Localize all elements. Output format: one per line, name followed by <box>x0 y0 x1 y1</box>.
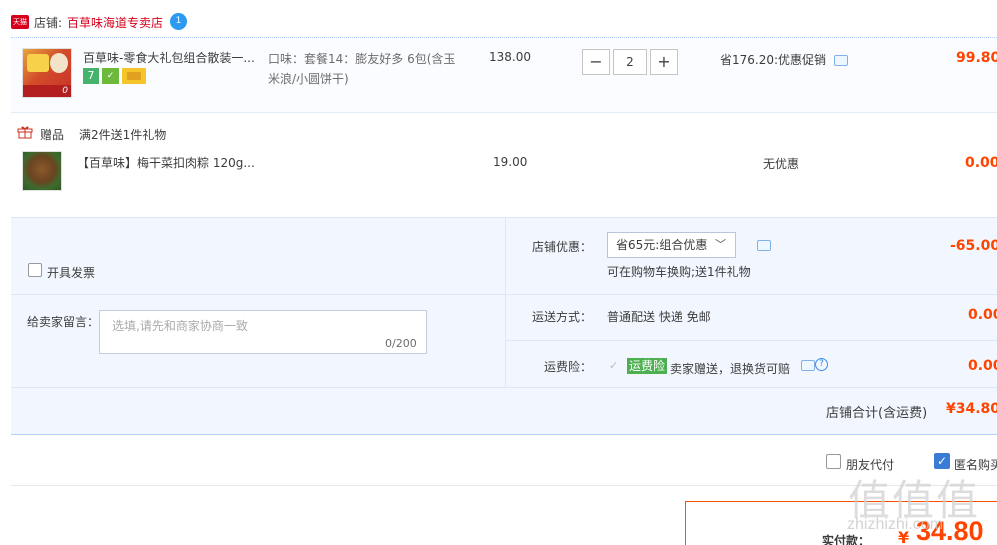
shop-discount-amount: -65.00 <box>950 238 997 254</box>
gift-label: 赠品 <box>40 128 65 142</box>
store-label: 店铺: <box>34 16 63 30</box>
divider <box>506 340 997 341</box>
credit-card-icon <box>122 68 146 84</box>
shipping-amount: 0.00 <box>968 307 997 323</box>
friend-pay-checkbox[interactable] <box>826 454 841 469</box>
item-sku: 口味：套餐14：膨友好多 6包(含玉米浪/小圆饼干) <box>268 52 456 86</box>
message-icon[interactable] <box>833 55 848 66</box>
insurance-checkbox: ✓ <box>609 359 619 372</box>
item-promo: 省176.20:优惠促销 <box>720 51 848 68</box>
quantity-input[interactable] <box>613 49 647 75</box>
divider <box>505 217 506 387</box>
divider <box>11 294 506 295</box>
store-total-label: 店铺合计(含运费) <box>826 406 928 421</box>
seven-day-return-icon: 7 <box>83 68 99 84</box>
seller-message-count: 0/200 <box>385 337 417 350</box>
item-unit-price: 138.00 <box>489 50 531 64</box>
gift-rule: 满2件送1件礼物 <box>79 128 167 142</box>
thumbnail-badge: 0 <box>62 86 68 96</box>
gift-title-link[interactable]: 【百草味】梅干菜扣肉粽 120g... <box>77 154 255 171</box>
quantity-plus-button[interactable]: + <box>650 49 678 75</box>
item-subtotal: 99.80 <box>956 50 997 66</box>
gift-subtotal: 0.00 <box>965 155 997 171</box>
watermark-url: zhizhizhi.com <box>847 516 944 533</box>
shipping-label: 运送方式： <box>532 310 593 324</box>
shipping-method: 普通配送 快递 免邮 <box>607 310 711 324</box>
message-icon[interactable] <box>757 240 771 251</box>
gift-icon <box>17 126 33 139</box>
help-icon[interactable]: ? <box>815 358 828 371</box>
item-thumbnail[interactable]: 0 <box>22 48 72 98</box>
shop-discount-note: 可在购物车换购;送1件礼物 <box>607 265 751 279</box>
message-icon[interactable] <box>801 360 815 371</box>
insurance-desc: 卖家赠送，退换货可赔 <box>670 362 791 376</box>
item-title-link[interactable]: 百草味-零食大礼包组合散装一... <box>83 49 255 66</box>
invoice-checkbox[interactable] <box>28 263 42 277</box>
insurance-label: 运费险： <box>544 360 593 374</box>
tmall-badge: 天猫 <box>11 15 29 29</box>
insurance-tag: 运费险 <box>627 358 668 374</box>
divider <box>506 294 997 295</box>
wangwang-chat-icon[interactable]: 1 <box>170 13 187 30</box>
insurance-amount: 0.00 <box>968 358 997 374</box>
store-total-amount: ¥34.80 <box>946 401 997 417</box>
chevron-down-icon[interactable]: ﹀ <box>715 236 726 252</box>
quantity-minus-button[interactable]: − <box>582 49 610 75</box>
invoice-label[interactable]: 开具发票 <box>47 264 95 281</box>
shop-discount-label: 店铺优惠： <box>532 240 593 254</box>
item-promo-text: 省176.20:优惠促销 <box>720 53 827 67</box>
gift-unit-price: 19.00 <box>493 155 528 169</box>
gift-thumbnail[interactable] <box>22 151 62 191</box>
guarantee-icon: ✓ <box>102 68 119 84</box>
gift-promo: 无优惠 <box>763 157 800 171</box>
seller-message-label: 给卖家留言： <box>27 315 100 329</box>
seller-message-placeholder: 选填,请先和商家协商一致 <box>112 319 248 333</box>
divider <box>11 387 997 388</box>
store-name-link[interactable]: 百草味海道专卖店 <box>67 14 163 31</box>
